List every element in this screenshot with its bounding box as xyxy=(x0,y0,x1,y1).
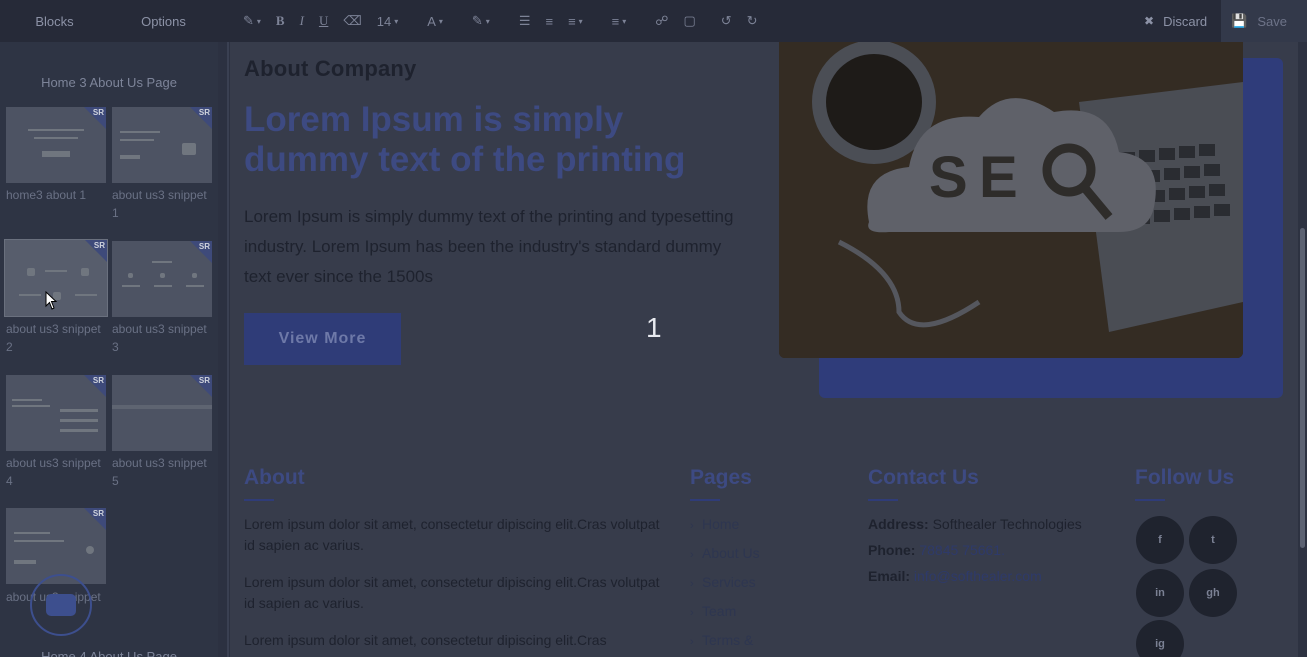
eraser-icon[interactable]: ⌫ xyxy=(340,6,364,36)
italic-icon[interactable]: I xyxy=(297,6,307,36)
image-icon[interactable]: ▢ xyxy=(680,6,698,36)
snippet-thumbnail[interactable]: SR xyxy=(6,508,106,584)
blocks-sidebar: Home 3 About Us Page SR home3 about 1 SR… xyxy=(0,42,218,657)
sr-badge: SR xyxy=(92,376,104,385)
scrollbar-thumb[interactable] xyxy=(1300,228,1305,548)
text-color-icon[interactable]: A ▾ xyxy=(424,6,446,36)
tab-blocks[interactable]: Blocks xyxy=(0,14,109,29)
discard-label: Discard xyxy=(1163,13,1208,29)
hero-paragraph[interactable]: Lorem Ipsum is simply dummy text of the … xyxy=(244,202,744,292)
align-icon[interactable]: ≡ ▾ xyxy=(565,6,586,36)
overlay-number: 1 xyxy=(646,312,662,343)
thumbnail-label: about us3 snippet 1 xyxy=(112,188,207,220)
undo-icon[interactable]: ↺ xyxy=(718,6,735,36)
footer-link-home[interactable]: › Home xyxy=(690,516,739,532)
footer-contact-title: Contact Us xyxy=(868,466,979,489)
editor-toolbar: Blocks Options ✎ ▾ B I U ⌫ 14 ▾ A ▾ ✎ ▾ ☰ ≡ … xyxy=(0,0,1307,42)
footer-follow-title: Follow Us xyxy=(1135,466,1235,489)
ordered-list-icon[interactable]: ≡ xyxy=(542,6,556,36)
thumbnail-label: about us3 snippet 4 xyxy=(6,456,101,488)
floppy-icon: 💾 xyxy=(1231,13,1248,28)
chevron-right-icon: › xyxy=(690,520,694,532)
thumbnail-label: about us3 snippet 3 xyxy=(112,322,207,354)
chat-button[interactable] xyxy=(30,574,92,636)
contact-phone: Phone: 78845 75661. xyxy=(868,542,1005,558)
link-icon[interactable]: ☍ xyxy=(652,6,671,36)
thumbnail-label: about us3 snippet 2 xyxy=(6,322,101,354)
view-more-button[interactable]: View More xyxy=(244,313,401,365)
font-size-select[interactable]: 14 ▾ xyxy=(374,6,401,36)
mouse-cursor-icon xyxy=(45,291,58,310)
snippet-thumbnail[interactable]: SR xyxy=(6,375,106,451)
instagram-icon[interactable]: ig xyxy=(1136,620,1184,657)
hero-title[interactable]: Lorem Ipsum is simply dummy text of the … xyxy=(244,100,734,180)
twitter-icon[interactable]: t xyxy=(1189,516,1237,564)
footer-link-services[interactable]: › Services xyxy=(690,574,756,590)
svg-text:S: S xyxy=(929,145,968,210)
unordered-list-icon[interactable]: ☰ xyxy=(516,6,534,36)
footer-pages-title: Pages xyxy=(690,466,752,489)
footer-link-terms[interactable]: › Terms & xyxy=(690,632,753,648)
contact-address: Address: Softhealer Technologies xyxy=(868,516,1082,532)
save-button[interactable]: 💾 Save xyxy=(1221,0,1307,42)
snippet-thumbnail[interactable]: SR xyxy=(112,241,212,317)
chevron-right-icon: › xyxy=(690,607,694,619)
sr-badge: SR xyxy=(92,509,104,518)
sr-badge: SR xyxy=(198,376,210,385)
underline-icon[interactable]: U xyxy=(316,6,331,36)
section-title[interactable]: About Company xyxy=(244,56,416,82)
sidebar-next-heading: Home 4 About Us Page xyxy=(41,649,177,657)
chevron-right-icon: › xyxy=(690,636,694,648)
sr-badge: SR xyxy=(93,241,105,250)
toolbar-actions: ✖ Discard 💾 Save xyxy=(1130,0,1307,42)
linkedin-icon[interactable]: in xyxy=(1136,569,1184,617)
snippet-thumbnail[interactable]: SR xyxy=(6,107,106,183)
thumbnail-label: home3 about 1 xyxy=(6,188,87,202)
highlight-icon[interactable]: ✎ ▾ xyxy=(469,6,493,36)
thumbnail-label: about us3 snippet 5 xyxy=(112,456,207,488)
footer-link-about-us[interactable]: › About Us xyxy=(690,545,760,561)
paragraph-icon[interactable]: ≡ ▾ xyxy=(609,6,630,36)
sr-badge: SR xyxy=(198,108,210,117)
snippet-thumbnail[interactable]: SR xyxy=(112,107,212,183)
font-size-value: 14 xyxy=(376,13,392,29)
footer-about-paragraph: Lorem ipsum dolor sit amet, consectetur … xyxy=(244,632,607,648)
svg-text:E: E xyxy=(979,145,1018,210)
format-tools: ✎ ▾ B I U ⌫ 14 ▾ A ▾ ✎ ▾ ☰ ≡ ≡ ▾ ≡ ▾ ☍ ▢ ↺ ↻ xyxy=(240,6,770,36)
snippet-thumbnail[interactable]: SR xyxy=(112,375,212,451)
contact-email[interactable]: Email: info@softhealer.com xyxy=(868,568,1042,584)
footer-about-title: About xyxy=(244,466,305,489)
tab-options[interactable]: Options xyxy=(109,14,218,29)
chat-icon xyxy=(46,594,76,616)
seo-illustration: S E xyxy=(779,42,1243,358)
close-icon: ✖ xyxy=(1144,14,1155,28)
footer-about-paragraph: Lorem ipsum dolor sit amet, consectetur … xyxy=(244,574,660,611)
site-footer: About Lorem ipsum dolor sit amet, consec… xyxy=(230,442,1298,657)
sr-badge: SR xyxy=(198,242,210,251)
redo-icon[interactable]: ↻ xyxy=(744,6,761,36)
editor-canvas: About Company Lorem Ipsum is simply dumm… xyxy=(230,42,1298,657)
footer-about-paragraph: Lorem ipsum dolor sit amet, consectetur … xyxy=(244,516,660,553)
seo-hero-image[interactable]: S E xyxy=(779,42,1243,358)
magic-wand-icon[interactable]: ✎ ▾ xyxy=(240,6,264,36)
github-icon[interactable]: gh xyxy=(1189,569,1237,617)
save-label: Save xyxy=(1257,13,1287,29)
footer-link-team[interactable]: › Team xyxy=(690,603,736,619)
facebook-icon[interactable]: f xyxy=(1136,516,1184,564)
chevron-right-icon: › xyxy=(690,578,694,590)
chevron-right-icon: › xyxy=(690,549,694,561)
bold-icon[interactable]: B xyxy=(273,6,288,36)
canvas-scrollbar[interactable] xyxy=(1298,42,1307,657)
sr-badge: SR xyxy=(92,108,104,117)
sidebar-section-heading: Home 3 About Us Page xyxy=(41,75,177,90)
discard-button[interactable]: ✖ Discard xyxy=(1130,14,1221,29)
panel-divider[interactable] xyxy=(218,42,230,657)
